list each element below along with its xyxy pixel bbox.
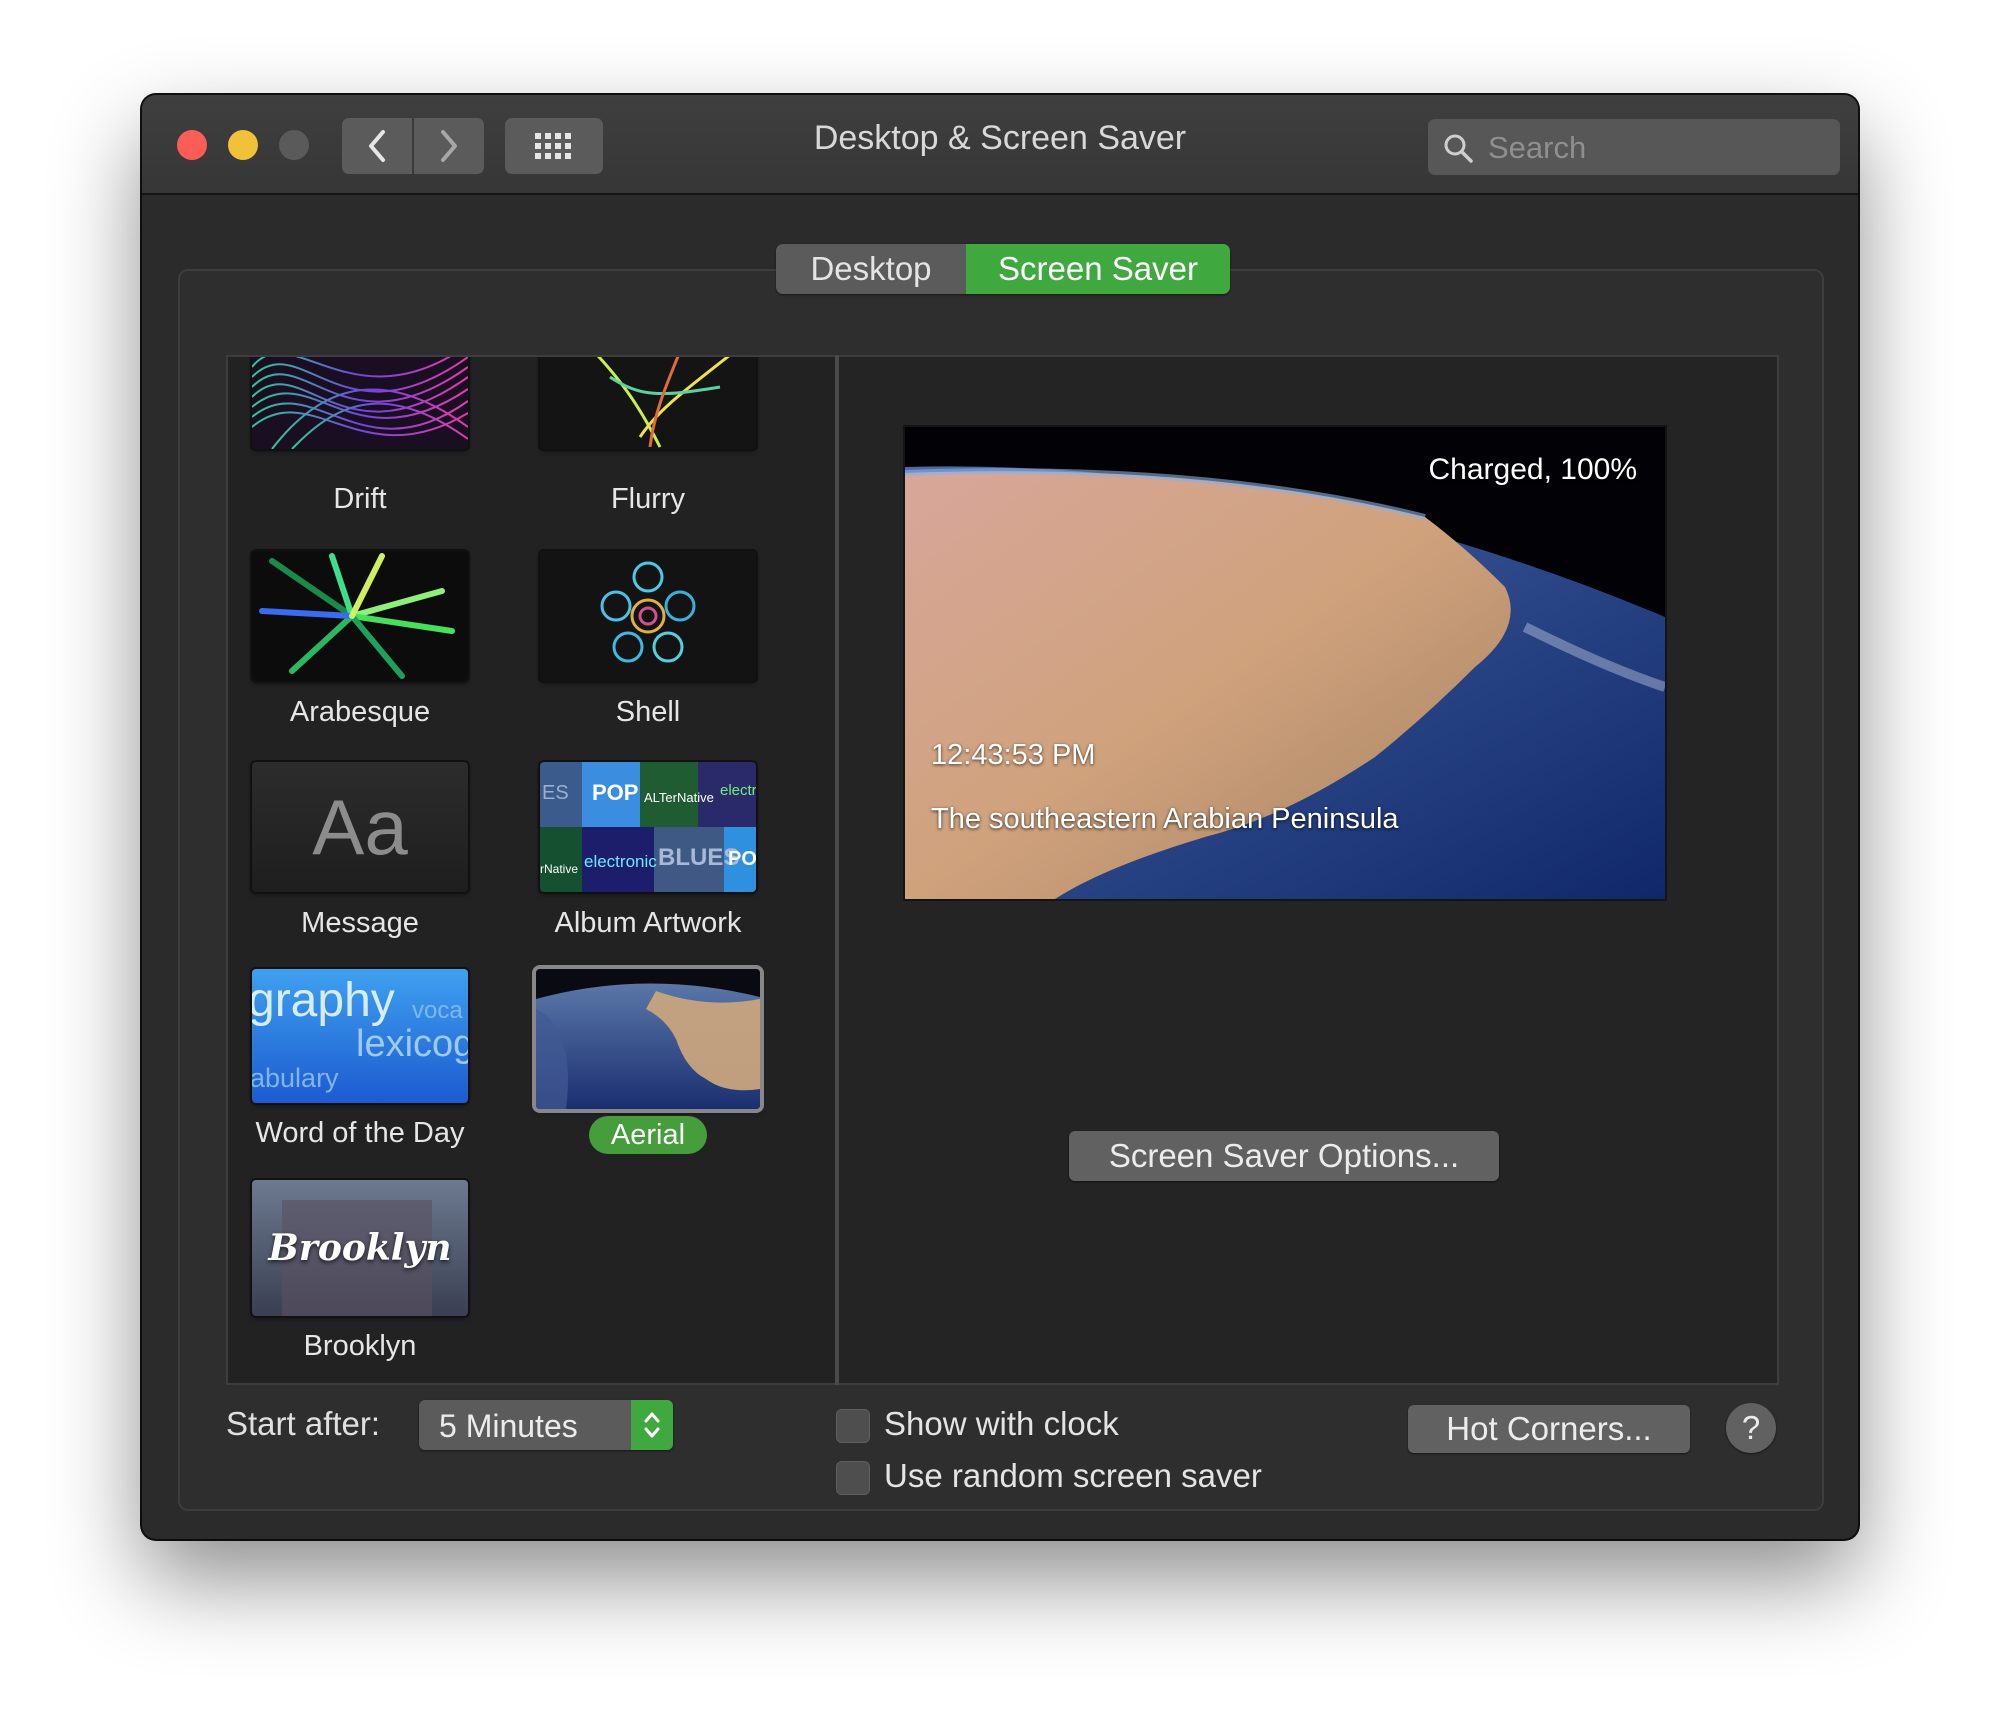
popup-stepper	[631, 1400, 673, 1450]
drift-thumbnail	[252, 357, 468, 449]
preview-panel: Charged, 100% 12:43:53 PM The southeaste…	[839, 355, 1779, 1385]
album-word: rNative	[540, 862, 579, 876]
search-icon	[1444, 134, 1473, 163]
album-artwork-thumbnail: ES POP ALTerNative electr rNative electr…	[540, 762, 756, 892]
hot-corners-button[interactable]: Hot Corners...	[1408, 1405, 1690, 1453]
tab-desktop[interactable]: Desktop	[776, 244, 966, 294]
tab-bar: Desktop Screen Saver	[776, 244, 1230, 294]
random-screen-saver-label: Use random screen saver	[884, 1457, 1262, 1494]
forward-button[interactable]	[414, 118, 484, 174]
preview-caption: The southeastern Arabian Peninsula	[931, 803, 1399, 835]
random-screen-saver-checkbox[interactable]	[836, 1461, 870, 1495]
screen-saver-preview: Charged, 100% 12:43:53 PM The southeaste…	[905, 427, 1665, 899]
screen-saver-label: Word of the Day	[255, 1117, 465, 1149]
chevron-right-icon	[441, 130, 457, 162]
show-all-button[interactable]	[505, 118, 603, 174]
screen-saver-label: Arabesque	[289, 696, 431, 728]
word-of-the-day-thumbnail: graphy voca lexicog abulary	[252, 969, 468, 1103]
close-button[interactable]	[177, 130, 207, 160]
screen-saver-label: Brooklyn	[303, 1330, 417, 1362]
show-with-clock-checkbox[interactable]	[836, 1409, 870, 1443]
screen-saver-label: Drift	[333, 483, 387, 515]
message-thumb-text: Aa	[312, 782, 408, 871]
screen-saver-label: Flurry	[610, 483, 686, 515]
album-word: ALTerNative	[644, 790, 714, 805]
screen-saver-options-button[interactable]: Screen Saver Options...	[1069, 1131, 1499, 1181]
flurry-thumbnail	[540, 357, 756, 449]
tab-screen-saver[interactable]: Screen Saver	[966, 244, 1230, 294]
brooklyn-thumb-text: Brooklyn	[268, 1227, 452, 1269]
screen-saver-label: Message	[301, 907, 419, 939]
title-bar: Desktop & Screen Saver	[142, 95, 1858, 195]
show-with-clock-label: Show with clock	[884, 1405, 1119, 1442]
wotd-word: graphy	[252, 974, 395, 1027]
preview-clock: 12:43:53 PM	[931, 739, 1096, 771]
chevron-left-icon	[369, 130, 385, 162]
album-word: electr	[720, 782, 756, 799]
shell-thumbnail	[540, 551, 756, 681]
minimize-button[interactable]	[228, 130, 258, 160]
screen-saver-label: Album Artwork	[554, 907, 742, 939]
preferences-window: Desktop & Screen Saver Desktop Screen Sa…	[142, 95, 1858, 1539]
message-thumbnail: Aa	[252, 762, 468, 892]
aerial-label: Aerial	[588, 1116, 708, 1154]
screen-saver-label-selected: Aerial	[516, 1116, 780, 1154]
screen-saver-list[interactable]: Drift Flurry Arabesque Shell Aa Message …	[226, 355, 838, 1385]
start-after-popup[interactable]: 5 Minutes	[419, 1400, 673, 1450]
search-field[interactable]	[1428, 119, 1840, 177]
aerial-thumbnail	[536, 969, 760, 1109]
wotd-word: voca	[412, 997, 463, 1024]
album-word: ES	[542, 782, 569, 804]
screen-saver-label: Shell	[615, 696, 681, 728]
start-after-value: 5 Minutes	[439, 1408, 578, 1444]
navigation-group	[342, 118, 484, 174]
back-button[interactable]	[342, 118, 412, 174]
album-word: PO	[728, 848, 756, 870]
brooklyn-thumbnail: Brooklyn	[252, 1180, 468, 1316]
chevron-up-down-icon	[644, 1412, 660, 1438]
zoom-button[interactable]	[279, 130, 309, 160]
battery-status: Charged, 100%	[1428, 453, 1637, 486]
album-word: electronic	[584, 852, 657, 871]
search-input[interactable]	[1486, 119, 1830, 177]
grid-icon	[535, 133, 571, 159]
start-after-label: Start after:	[226, 1405, 381, 1442]
arabesque-thumbnail	[252, 551, 468, 681]
album-word: POP	[592, 780, 639, 805]
wotd-word: lexicog	[356, 1023, 468, 1065]
wotd-word: abulary	[252, 1063, 339, 1093]
help-button[interactable]: ?	[1726, 1403, 1776, 1453]
